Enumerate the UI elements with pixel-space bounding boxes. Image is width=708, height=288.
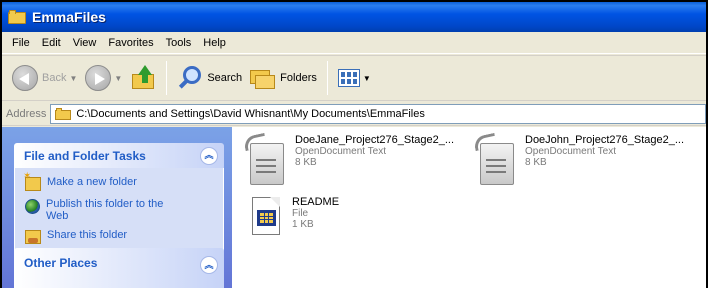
file-size: 1 KB [292,219,314,230]
task-pane: File and Folder Tasks ︽ Make a new folde… [2,127,232,288]
new-folder-icon [23,171,41,191]
folders-button[interactable]: Folders [246,59,321,97]
file-name: README [292,196,340,208]
file-item[interactable]: README File 1 KB [248,197,339,239]
folders-label: Folders [280,72,317,84]
menu-tools[interactable]: Tools [160,35,198,51]
back-dropdown-icon[interactable]: ▼ [69,74,77,83]
file-folder-tasks-header[interactable]: File and Folder Tasks ︽ [14,143,224,168]
file-name: DoeJane_Project276_Stage2_... [295,134,455,146]
task-link-label: Share this folder [47,229,128,241]
file-folder-tasks-body: Make a new folder Publish this folder to… [14,168,224,255]
file-size: 8 KB [525,157,547,168]
folder-icon [8,10,26,24]
globe-icon [25,199,40,214]
address-label: Address [6,107,47,120]
menu-file[interactable]: File [6,35,36,51]
toolbar: Back ▼ ▼ Search Folders ▼ [2,55,706,101]
file-folder-tasks-panel: File and Folder Tasks ︽ Make a new folde… [14,143,224,255]
up-button[interactable] [126,59,160,97]
odt-document-icon [242,132,290,185]
back-button[interactable]: Back ▼ [8,59,81,97]
folder-icon [55,107,72,120]
generic-file-icon [248,197,284,239]
folders-icon [250,66,276,90]
back-label: Back [42,72,67,84]
explorer-window: EmmaFiles File Edit View Favorites Tools… [2,2,706,288]
menu-view[interactable]: View [67,35,103,51]
menu-bar: File Edit View Favorites Tools Help [2,32,706,54]
toolbar-separator [166,61,168,95]
file-item[interactable]: DoeJohn_Project276_Stage2_... OpenDocume… [472,132,685,185]
other-places-header[interactable]: Other Places ︽ [14,248,224,288]
menu-edit[interactable]: Edit [36,35,67,51]
menu-favorites[interactable]: Favorites [102,35,159,51]
toolbar-separator [326,61,328,95]
file-type: OpenDocument Text [525,146,616,157]
file-type: OpenDocument Text [295,146,386,157]
folder-up-icon [130,65,156,91]
task-link-label: Make a new folder [47,176,137,188]
address-bar: Address C:\Documents and Settings\David … [2,102,706,126]
other-places-title: Other Places [24,256,98,270]
file-size: 8 KB [295,157,317,168]
file-item[interactable]: DoeJane_Project276_Stage2_... OpenDocume… [242,132,455,185]
odt-document-icon [472,132,520,185]
search-button[interactable]: Search [173,59,246,97]
file-list: DoeJane_Project276_Stage2_... OpenDocume… [232,127,706,288]
make-new-folder-link[interactable]: Make a new folder [23,171,213,191]
address-field[interactable]: C:\Documents and Settings\David Whisnant… [50,103,706,124]
file-name: DoeJohn_Project276_Stage2_... [525,134,685,146]
menu-help[interactable]: Help [197,35,232,51]
forward-arrow-icon [85,65,112,91]
collapse-chevron-icon[interactable]: ︽ [200,146,218,165]
collapse-chevron-icon[interactable]: ︽ [200,256,218,274]
views-button[interactable]: ▼ [334,59,375,97]
search-icon [177,65,203,91]
file-folder-tasks-title: File and Folder Tasks [24,148,146,163]
task-link-label: Publish this folder to the Web [46,198,164,222]
share-folder-icon [25,230,41,244]
publish-folder-link[interactable]: Publish this folder to the Web [25,198,213,222]
share-folder-link[interactable]: Share this folder [25,229,213,244]
address-path: C:\Documents and Settings\David Whisnant… [76,107,425,120]
forward-button[interactable]: ▼ [81,59,126,97]
title-bar[interactable]: EmmaFiles [2,2,706,32]
search-label: Search [207,72,243,84]
views-icon [337,69,360,87]
forward-dropdown-icon[interactable]: ▼ [114,74,122,83]
back-arrow-icon [12,65,38,91]
window-title: EmmaFiles [32,9,106,25]
views-dropdown-icon[interactable]: ▼ [363,74,371,83]
file-type: File [292,208,309,219]
